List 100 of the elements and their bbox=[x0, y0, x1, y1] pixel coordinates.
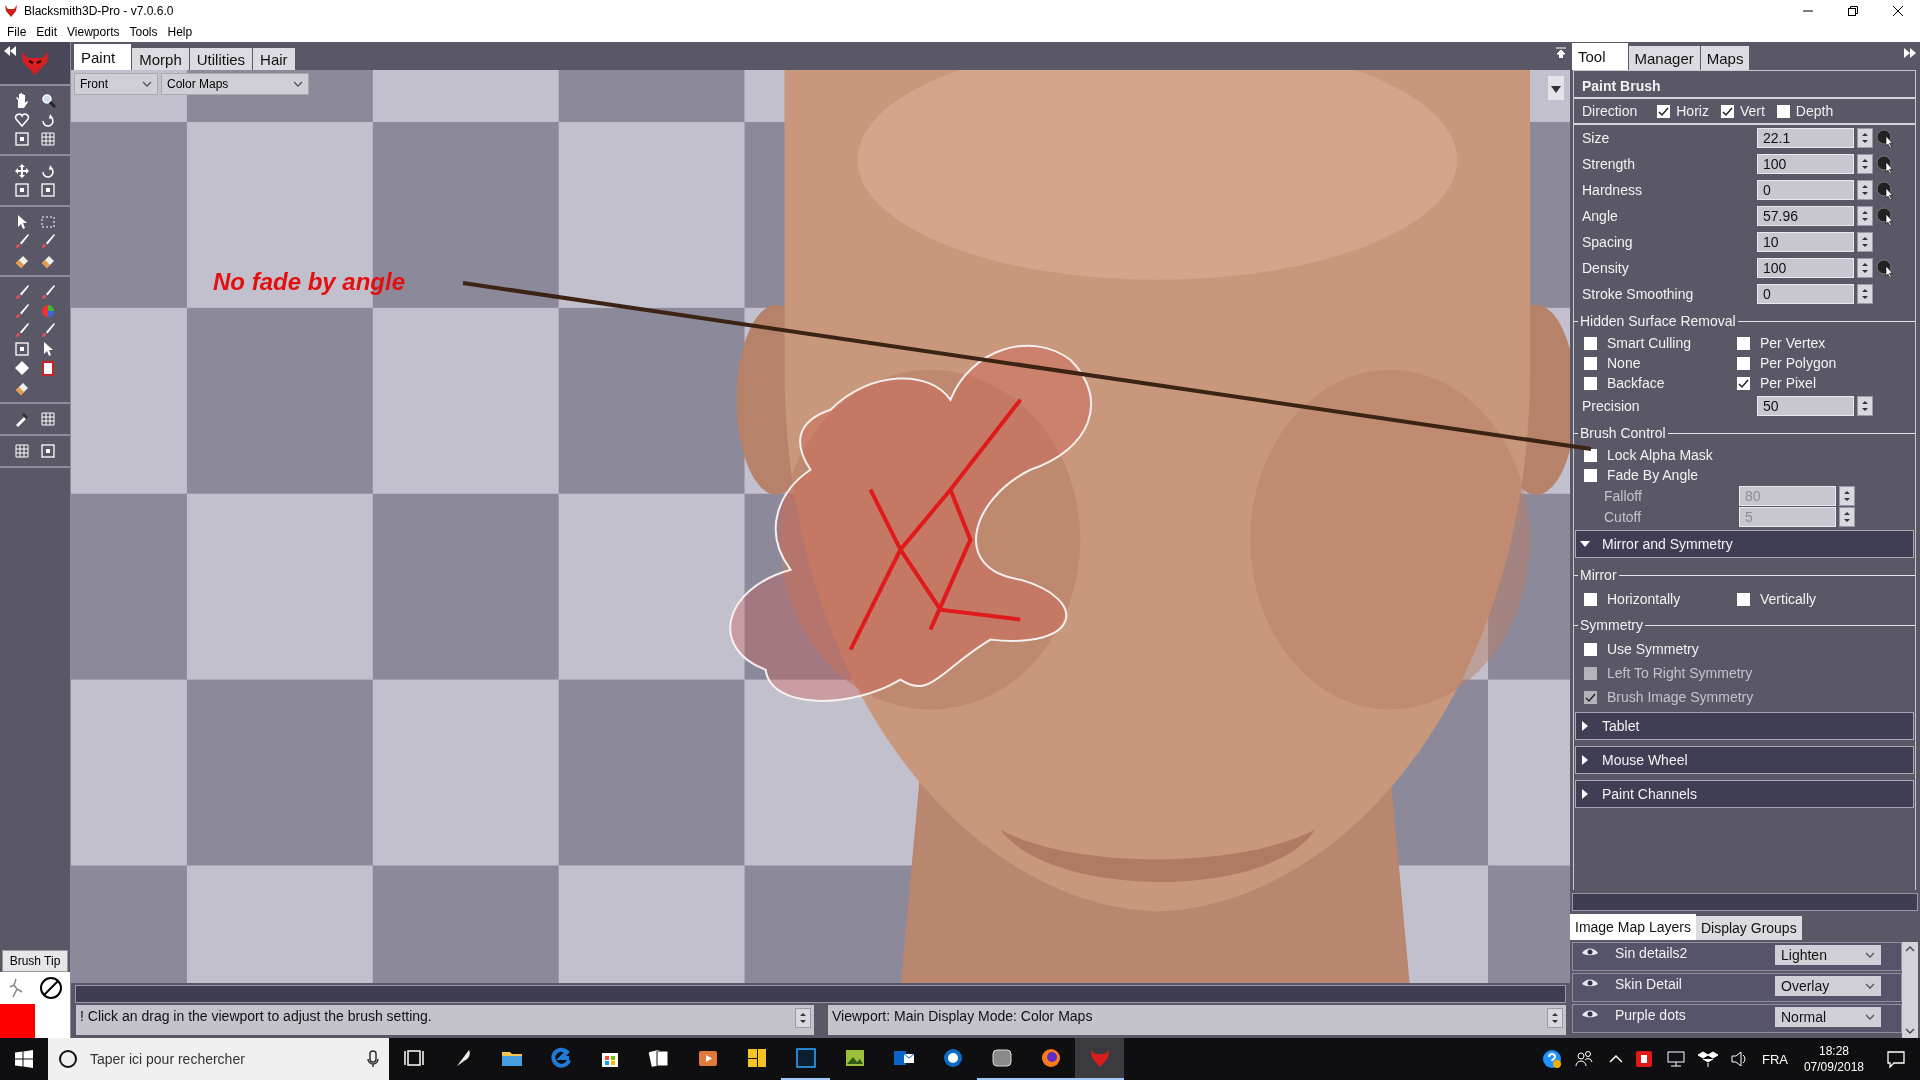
layer-row[interactable]: Skin Detail Overlay bbox=[1572, 973, 1902, 1002]
section-header[interactable]: Mouse Wheel bbox=[1575, 746, 1914, 774]
menu-item[interactable]: Tools bbox=[124, 25, 163, 39]
menu-item[interactable]: Help bbox=[162, 25, 198, 39]
frame-icon[interactable] bbox=[40, 443, 56, 459]
menu-item[interactable]: File bbox=[2, 25, 32, 39]
spin-button[interactable] bbox=[795, 1008, 811, 1028]
circle-icon[interactable] bbox=[58, 1049, 78, 1069]
diamond-icon[interactable] bbox=[14, 360, 30, 376]
tab[interactable]: Maps bbox=[1700, 46, 1750, 70]
tab[interactable]: Image Map Layers bbox=[1570, 914, 1696, 940]
checkbox[interactable] bbox=[1657, 104, 1671, 118]
hand-icon[interactable] bbox=[14, 93, 30, 109]
rotate-icon[interactable] bbox=[40, 112, 56, 128]
people-icon[interactable] bbox=[1573, 1049, 1594, 1069]
grid-icon[interactable] bbox=[14, 443, 30, 459]
microphone-icon[interactable] bbox=[367, 1050, 379, 1068]
close-icon[interactable] bbox=[1892, 6, 1903, 16]
eye-icon[interactable] bbox=[1581, 947, 1599, 957]
blend-dropdown[interactable]: Lighten bbox=[1775, 945, 1881, 965]
up-arrow-icon[interactable] bbox=[1556, 46, 1566, 58]
tab[interactable]: Manager bbox=[1628, 46, 1700, 70]
checkbox[interactable] bbox=[1584, 642, 1597, 656]
box-icon[interactable] bbox=[1697, 1049, 1718, 1069]
number-field[interactable]: 100 bbox=[1757, 154, 1854, 174]
cursor-icon[interactable] bbox=[1876, 128, 1894, 148]
view-dropdown[interactable]: Front bbox=[74, 73, 158, 95]
caret-icon[interactable] bbox=[1551, 86, 1561, 93]
caret-icon[interactable] bbox=[142, 80, 152, 88]
help-icon[interactable] bbox=[1541, 1049, 1562, 1069]
number-field[interactable]: 100 bbox=[1757, 258, 1854, 278]
section-header[interactable]: Paint Channels bbox=[1575, 780, 1914, 808]
triangle-icon[interactable] bbox=[1580, 789, 1590, 799]
checkbox[interactable] bbox=[1737, 376, 1750, 390]
caret-icon[interactable] bbox=[1865, 982, 1875, 990]
blend-dropdown[interactable]: Normal bbox=[1775, 1007, 1881, 1027]
spin-button[interactable] bbox=[1857, 396, 1873, 416]
chevron-up-icon[interactable] bbox=[1905, 946, 1915, 952]
grid-icon[interactable] bbox=[40, 411, 56, 427]
checkbox[interactable] bbox=[1737, 356, 1750, 370]
dropper-icon[interactable] bbox=[14, 411, 30, 427]
stick-figure-icon[interactable] bbox=[7, 977, 25, 999]
checkbox[interactable] bbox=[1584, 376, 1597, 390]
checkbox[interactable] bbox=[1737, 336, 1750, 350]
checkbox[interactable] bbox=[1584, 356, 1597, 370]
search-icon[interactable] bbox=[40, 93, 56, 109]
double-arrow-icon[interactable] bbox=[1904, 48, 1916, 58]
color-wheel-icon[interactable] bbox=[40, 303, 56, 319]
search-field[interactable]: Taper ici pour rechercher bbox=[48, 1038, 389, 1080]
checkbox[interactable] bbox=[1720, 104, 1734, 118]
brush-icon[interactable] bbox=[14, 233, 30, 249]
color-swatch[interactable] bbox=[0, 1004, 35, 1038]
layer-row[interactable]: Purple dots Normal bbox=[1572, 1004, 1902, 1033]
checkbox[interactable] bbox=[1737, 592, 1750, 606]
language-indicator[interactable]: FRA bbox=[1761, 1051, 1788, 1067]
brush-icon[interactable] bbox=[40, 233, 56, 249]
brush-icon[interactable] bbox=[14, 303, 30, 319]
chevron-down-icon[interactable] bbox=[1905, 1028, 1915, 1034]
clock-date[interactable]: 07/09/2018 bbox=[1803, 1060, 1864, 1074]
move-icon[interactable] bbox=[14, 163, 30, 179]
card-icon[interactable] bbox=[40, 360, 56, 376]
cursor-icon[interactable] bbox=[1876, 180, 1894, 200]
horizontal-scrollbar[interactable] bbox=[75, 985, 1566, 1003]
triangle-icon[interactable] bbox=[1580, 721, 1590, 731]
number-field[interactable]: 50 bbox=[1757, 396, 1854, 416]
restore-icon[interactable] bbox=[1847, 6, 1858, 16]
double-arrow-icon[interactable] bbox=[4, 46, 16, 56]
brush-icon[interactable] bbox=[40, 322, 56, 338]
cursor-icon[interactable] bbox=[1876, 258, 1894, 278]
triangle-icon[interactable] bbox=[1580, 755, 1590, 765]
frame-icon[interactable] bbox=[14, 131, 30, 147]
clock-time[interactable]: 18:28 bbox=[1818, 1044, 1849, 1058]
caret-icon[interactable] bbox=[293, 80, 303, 88]
splitter-bar[interactable] bbox=[1572, 893, 1918, 911]
layer-row[interactable]: Sin details2 Lighten bbox=[1572, 942, 1902, 971]
number-field[interactable]: 0 bbox=[1757, 284, 1854, 304]
map-dropdown[interactable]: Color Maps bbox=[161, 73, 309, 95]
number-field[interactable]: 10 bbox=[1757, 232, 1854, 252]
spin-button[interactable] bbox=[1857, 154, 1873, 174]
network-icon[interactable] bbox=[1665, 1049, 1686, 1069]
caret-icon[interactable] bbox=[1865, 1013, 1875, 1021]
brush-tip-button[interactable]: Brush Tip bbox=[2, 950, 68, 972]
number-field[interactable]: 22.1 bbox=[1757, 128, 1854, 148]
eye-icon[interactable] bbox=[1581, 978, 1599, 988]
vertical-scrollbar[interactable] bbox=[1902, 942, 1918, 1038]
spin-button[interactable] bbox=[1857, 258, 1873, 278]
tab[interactable]: Hair bbox=[253, 48, 295, 70]
section-header[interactable]: Mirror and Symmetry bbox=[1575, 530, 1914, 558]
brush-icon[interactable] bbox=[40, 284, 56, 300]
frame-icon[interactable] bbox=[14, 341, 30, 357]
cursor-icon[interactable] bbox=[1876, 154, 1894, 174]
search-input[interactable]: Taper ici pour rechercher bbox=[88, 1050, 357, 1068]
brush-icon[interactable] bbox=[14, 284, 30, 300]
frame-icon[interactable] bbox=[40, 182, 56, 198]
menu-item[interactable]: Viewports bbox=[62, 25, 125, 39]
brush-icon[interactable] bbox=[14, 322, 30, 338]
number-field[interactable]: 0 bbox=[1757, 180, 1854, 200]
checkbox[interactable] bbox=[1584, 592, 1597, 606]
tab[interactable]: Tool bbox=[1572, 43, 1628, 70]
frame-icon[interactable] bbox=[14, 182, 30, 198]
